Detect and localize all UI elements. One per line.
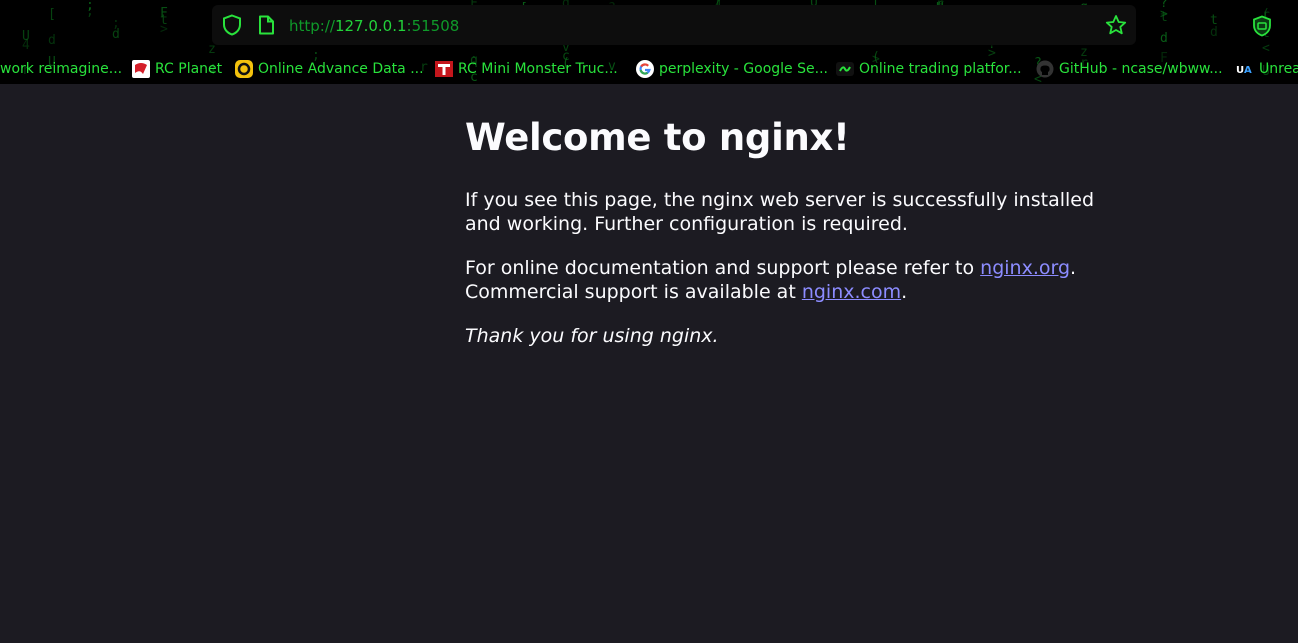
matrix-glyph: F bbox=[160, 6, 168, 21]
docs-period: . bbox=[1070, 257, 1077, 279]
rc-planet-icon bbox=[131, 59, 151, 79]
docs-paragraph: For online documentation and support ple… bbox=[465, 256, 1105, 304]
thanks-paragraph: Thank you for using nginx. bbox=[465, 325, 719, 347]
matrix-glyph: t bbox=[1210, 13, 1218, 28]
matrix-glyph: d bbox=[48, 33, 56, 48]
bookmark-item[interactable]: perplexity - Google Se... bbox=[635, 56, 828, 82]
bookmark-label: work reimagine... bbox=[0, 61, 123, 77]
bookmark-label: perplexity - Google Se... bbox=[659, 61, 828, 77]
matrix-glyph: t bbox=[1160, 10, 1168, 25]
ua-icon: UA bbox=[1235, 59, 1255, 79]
bookmark-item[interactable]: RC Planet bbox=[131, 56, 222, 82]
svg-text:U: U bbox=[1236, 65, 1244, 76]
bookmark-item[interactable]: Online Advance Data ... bbox=[234, 56, 424, 82]
extension-icon[interactable] bbox=[1251, 15, 1273, 37]
bookmark-item[interactable]: GitHub - ncase/wbww... bbox=[1035, 56, 1223, 82]
url-port: :51508 bbox=[406, 17, 460, 35]
url-text[interactable]: http://127.0.0.1:51508 bbox=[289, 16, 459, 36]
support-text: Commercial support is available at bbox=[465, 281, 802, 303]
nginx-org-link[interactable]: nginx.org bbox=[980, 257, 1070, 279]
bookmarks-toolbar: work reimagine... RC Planet Online Advan… bbox=[0, 56, 1298, 82]
bookmark-label: Online trading platfor... bbox=[859, 61, 1022, 77]
github-icon bbox=[1035, 59, 1055, 79]
bookmark-label: RC Mini Monster Truc... bbox=[458, 61, 618, 77]
page-info-icon[interactable] bbox=[257, 15, 275, 35]
page-title: Welcome to nginx! bbox=[465, 116, 850, 159]
matrix-glyph: [ bbox=[48, 7, 56, 22]
page-content: Welcome to nginx! If you see this page, … bbox=[465, 108, 1105, 348]
matrix-glyph: z bbox=[208, 42, 216, 57]
bookmark-label: Online Advance Data ... bbox=[258, 61, 424, 77]
browser-toolbar: 4UrUd[;;d;tF>4z[r;[rgzcqFd;r[v(gc>?v[4vU… bbox=[0, 0, 1298, 84]
nginx-com-link[interactable]: nginx.com bbox=[802, 281, 901, 303]
svg-text:A: A bbox=[1244, 65, 1252, 76]
bookmark-label: GitHub - ncase/wbww... bbox=[1059, 61, 1223, 77]
bookmark-item[interactable]: UA Unrea bbox=[1235, 56, 1298, 82]
rc-mini-icon bbox=[434, 59, 454, 79]
docs-text: For online documentation and support ple… bbox=[465, 257, 981, 279]
matrix-glyph: > bbox=[160, 22, 168, 37]
matrix-glyph: ? bbox=[1160, 0, 1168, 11]
google-icon bbox=[635, 59, 655, 79]
bookmark-item[interactable]: work reimagine... bbox=[0, 56, 122, 82]
matrix-glyph: U bbox=[22, 29, 30, 44]
url-scheme: http:// bbox=[289, 17, 335, 35]
matrix-glyph: d bbox=[1160, 31, 1168, 46]
bookmark-item[interactable]: Online trading platfor... bbox=[835, 56, 1022, 82]
bookmark-star-icon[interactable] bbox=[1105, 14, 1127, 36]
matrix-glyph: < bbox=[1262, 41, 1270, 56]
support-period: . bbox=[901, 281, 908, 303]
bookmark-label: Unrea bbox=[1259, 61, 1298, 77]
bookmark-label: RC Planet bbox=[155, 61, 223, 77]
tracking-protection-shield-icon[interactable] bbox=[222, 14, 242, 36]
matrix-glyph: ; bbox=[112, 16, 120, 31]
advance-data-icon bbox=[234, 59, 254, 79]
bookmark-item[interactable]: RC Mini Monster Truc... bbox=[434, 56, 618, 82]
matrix-glyph: ; bbox=[86, 4, 94, 19]
intro-paragraph: If you see this page, the nginx web serv… bbox=[465, 189, 1095, 235]
trading-icon bbox=[835, 59, 855, 79]
url-host: 127.0.0.1 bbox=[334, 17, 407, 35]
